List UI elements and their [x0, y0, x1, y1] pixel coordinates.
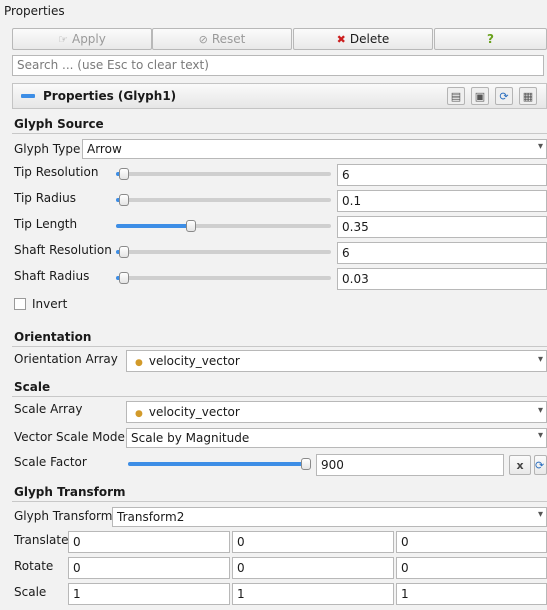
slider-handle[interactable]	[119, 168, 129, 180]
divider	[12, 501, 547, 502]
reset-label: Reset	[211, 32, 246, 46]
slider-value-input[interactable]: 6	[337, 242, 547, 264]
section-orientation: Orientation	[14, 330, 92, 344]
paste-icon[interactable]: ▣	[471, 87, 489, 105]
apply-label: Apply	[71, 32, 106, 46]
chevron-down-icon: ▾	[537, 405, 543, 416]
orientation-array-value: velocity_vector	[148, 354, 240, 368]
chevron-down-icon: ▾	[537, 509, 543, 520]
chevron-down-icon: ▾	[537, 141, 543, 152]
scale-array-value: velocity_vector	[148, 405, 240, 419]
slider-handle[interactable]	[186, 220, 197, 232]
translate-x-input[interactable]: 0	[68, 531, 230, 553]
refresh-icon: ⟳	[535, 458, 545, 472]
slider-fill	[128, 462, 306, 466]
slider-value-input[interactable]: 0.03	[337, 268, 547, 290]
slider-handle[interactable]	[119, 272, 129, 284]
reset-button[interactable]: ⊘ Reset	[152, 28, 292, 50]
divider	[12, 396, 547, 397]
delete-label: Delete	[349, 32, 390, 46]
apply-icon: ☞	[58, 32, 68, 46]
rotate-label: Rotate	[14, 559, 54, 573]
divider	[12, 346, 547, 347]
translate-y-input[interactable]: 0	[232, 531, 394, 553]
invert-label: Invert	[32, 297, 68, 311]
scale-y-input[interactable]: 1	[232, 583, 394, 605]
section-scale: Scale	[14, 380, 51, 394]
save-icon[interactable]: ▦	[519, 87, 537, 105]
glyph-transform-value: Transform2	[117, 510, 185, 524]
scale-array-label: Scale Array	[14, 402, 83, 416]
slider-row-label: Tip Radius	[14, 191, 76, 205]
slider-handle[interactable]	[301, 458, 311, 470]
divider	[12, 133, 547, 134]
vector-scale-mode-label: Vector Scale Mode	[14, 430, 125, 444]
slider-row-label: Tip Length	[14, 217, 78, 231]
properties-header[interactable]: Properties (Glyph1) ▤ ▣ ⟳ ▦	[12, 83, 547, 109]
glyph-type-select[interactable]: Arrow ▾	[82, 139, 547, 159]
scale-factor-input[interactable]: 900	[316, 454, 504, 476]
multiply-icon: x	[516, 458, 524, 472]
rotate-x-input[interactable]: 0	[68, 557, 230, 579]
slider-track[interactable]	[116, 246, 331, 258]
delete-button[interactable]: ✖ Delete	[293, 28, 433, 50]
scale-transform-label: Scale	[14, 585, 47, 599]
reset-icon: ⊘	[198, 32, 208, 46]
slider-value-input[interactable]: 0.35	[337, 216, 547, 238]
scale-array-select[interactable]: ● velocity_vector ▾	[126, 401, 547, 423]
translate-label: Translate	[14, 533, 69, 547]
glyph-transform-label: Glyph Transform	[14, 509, 113, 523]
vector-scale-mode-select[interactable]: Scale by Magnitude ▾	[126, 428, 547, 448]
scale-factor-label: Scale Factor	[14, 455, 87, 469]
scale-factor-slider[interactable]	[128, 458, 311, 470]
reset-range-button[interactable]: ⟳	[534, 455, 547, 475]
delete-icon: ✖	[336, 32, 346, 46]
section-glyph-transform: Glyph Transform	[14, 485, 126, 499]
slider-track[interactable]	[116, 220, 331, 232]
section-glyph-source: Glyph Source	[14, 117, 104, 131]
multiply-button[interactable]: x	[509, 455, 531, 475]
slider-row-label: Shaft Radius	[14, 269, 90, 283]
slider-handle[interactable]	[119, 194, 129, 206]
help-label: ?	[487, 32, 494, 46]
invert-checkbox[interactable]	[14, 298, 26, 310]
panel-title: Properties	[4, 4, 65, 18]
point-data-icon: ●	[135, 409, 143, 419]
point-data-icon: ●	[135, 358, 143, 368]
slider-value-input[interactable]: 0.1	[337, 190, 547, 212]
glyph-type-label: Glyph Type	[14, 142, 81, 156]
rotate-z-input[interactable]: 0	[396, 557, 547, 579]
orientation-array-select[interactable]: ● velocity_vector ▾	[126, 350, 547, 372]
slider-track[interactable]	[116, 194, 331, 206]
apply-button[interactable]: ☞ Apply	[12, 28, 152, 50]
scale-x-input[interactable]: 1	[68, 583, 230, 605]
search-input[interactable]: Search ... (use Esc to clear text)	[12, 55, 544, 76]
help-button[interactable]: ?	[434, 28, 547, 50]
scale-z-input[interactable]: 1	[396, 583, 547, 605]
chevron-down-icon: ▾	[537, 430, 543, 441]
glyph-transform-select[interactable]: Transform2 ▾	[112, 507, 547, 527]
chevron-down-icon: ▾	[537, 354, 543, 365]
translate-z-input[interactable]: 0	[396, 531, 547, 553]
slider-value-input[interactable]: 6	[337, 164, 547, 186]
vector-scale-mode-value: Scale by Magnitude	[131, 431, 250, 445]
slider-track[interactable]	[116, 272, 331, 284]
slider-row-label: Shaft Resolution	[14, 243, 112, 257]
rotate-y-input[interactable]: 0	[232, 557, 394, 579]
properties-header-title: Properties (Glyph1)	[43, 89, 177, 103]
orientation-array-label: Orientation Array	[14, 352, 118, 366]
slider-track[interactable]	[116, 168, 331, 180]
copy-icon[interactable]: ▤	[447, 87, 465, 105]
slider-handle[interactable]	[119, 246, 129, 258]
slider-fill	[116, 224, 192, 228]
slider-row-label: Tip Resolution	[14, 165, 99, 179]
glyph-type-value: Arrow	[87, 142, 122, 156]
collapse-icon[interactable]	[21, 94, 35, 98]
refresh-icon[interactable]: ⟳	[495, 87, 513, 105]
